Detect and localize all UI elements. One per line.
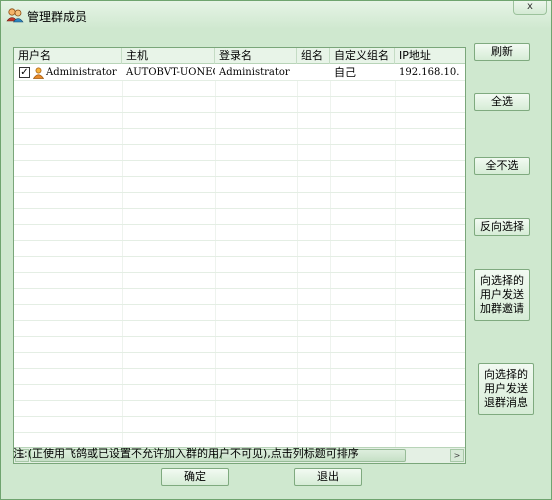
select-none-button[interactable]: 全不选 — [474, 157, 530, 175]
list-item — [14, 401, 465, 417]
list-item — [14, 353, 465, 369]
list-item — [14, 97, 465, 113]
ok-button[interactable]: 确定 — [161, 468, 229, 486]
refresh-button[interactable]: 刷新 — [474, 43, 530, 61]
table-row[interactable]: ✓ Administrator AUTOBVT-UONECEQ Administ… — [14, 65, 465, 81]
list-item — [14, 81, 465, 97]
column-header-ip[interactable]: IP地址 — [395, 48, 465, 64]
close-icon: x — [527, 1, 533, 12]
list-item — [14, 145, 465, 161]
column-header-group[interactable]: 组名 — [297, 48, 330, 64]
column-header-custom-group[interactable]: 自定义组名 — [330, 48, 395, 64]
list-rows: ✓ Administrator AUTOBVT-UONECEQ Administ… — [14, 65, 465, 447]
row-checkbox[interactable]: ✓ — [19, 67, 30, 78]
list-item — [14, 193, 465, 209]
exit-button[interactable]: 退出 — [294, 468, 362, 486]
dialog-body: 用户名 主机 登录名 组名 自定义组名 IP地址 ✓ Administrator… — [5, 29, 548, 497]
column-header-host[interactable]: 主机 — [122, 48, 215, 64]
window-title: 管理群成员 — [27, 10, 88, 24]
list-item — [14, 209, 465, 225]
list-item — [14, 305, 465, 321]
list-item — [14, 129, 465, 145]
column-header-username[interactable]: 用户名 — [14, 48, 122, 64]
list-item — [14, 385, 465, 401]
title-bar[interactable]: 管理群成员 x — [1, 1, 551, 29]
manage-group-members-dialog: 管理群成员 x 用户名 主机 登录名 组名 自定义组名 IP地址 ✓ Admin… — [0, 0, 552, 500]
invert-selection-button[interactable]: 反向选择 — [474, 218, 530, 236]
send-invite-button[interactable]: 向选择的 用户发送 加群邀请 — [474, 269, 530, 321]
cell-username: Administrator — [46, 67, 117, 78]
list-item — [14, 369, 465, 385]
chevron-right-icon: > — [453, 451, 461, 460]
list-item — [14, 337, 465, 353]
list-item — [14, 113, 465, 129]
scroll-right-button[interactable]: > — [450, 449, 464, 462]
list-item — [14, 289, 465, 305]
list-item — [14, 177, 465, 193]
list-item — [14, 321, 465, 337]
column-header-login[interactable]: 登录名 — [215, 48, 297, 64]
select-all-button[interactable]: 全选 — [474, 93, 530, 111]
list-item — [14, 225, 465, 241]
group-users-icon — [6, 8, 24, 23]
cell-login: Administrator — [219, 67, 290, 78]
user-icon — [33, 67, 44, 79]
member-list[interactable]: 用户名 主机 登录名 组名 自定义组名 IP地址 ✓ Administrator… — [13, 47, 466, 464]
list-item — [14, 417, 465, 433]
list-header: 用户名 主机 登录名 组名 自定义组名 IP地址 — [14, 48, 465, 64]
list-item — [14, 241, 465, 257]
hint-note: 注:(正使用飞鸽或已设置不允许加入群的用户不可见),点击列标题可排序 — [13, 447, 359, 460]
send-leave-message-button[interactable]: 向选择的 用户发送 退群消息 — [478, 363, 534, 415]
list-item — [14, 273, 465, 289]
list-item — [14, 257, 465, 273]
list-item — [14, 161, 465, 177]
cell-group — [297, 65, 330, 81]
close-button[interactable]: x — [513, 1, 547, 15]
cell-ip: 192.168.10. — [399, 67, 460, 78]
cell-host: AUTOBVT-UONECEQ — [126, 67, 215, 78]
cell-custom-group: 自己 — [334, 66, 356, 79]
